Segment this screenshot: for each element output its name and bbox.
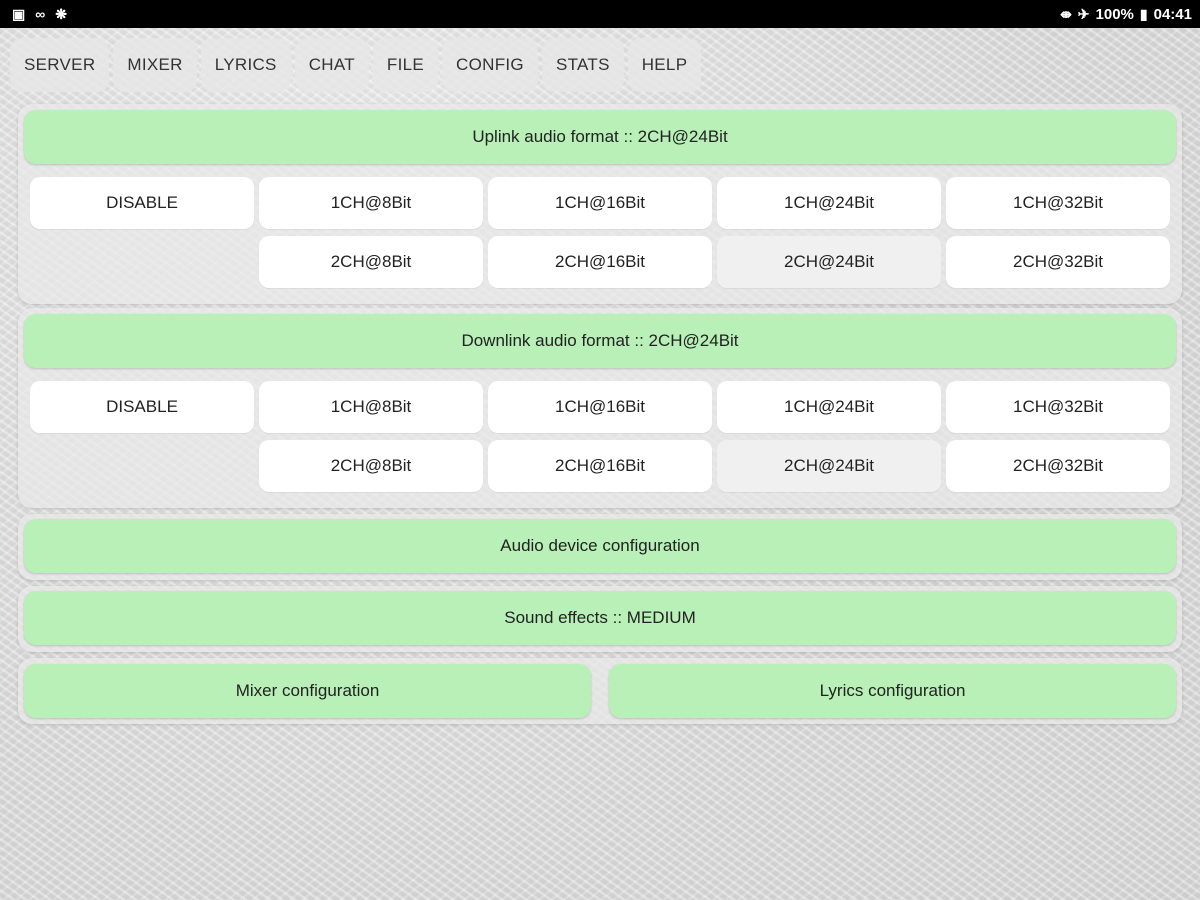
uplink-1ch-16bit-button[interactable]: 1CH@16Bit [488, 177, 712, 229]
uplink-1ch-24bit-button[interactable]: 1CH@24Bit [717, 177, 941, 229]
tab-chat[interactable]: CHAT [294, 38, 369, 92]
tab-label: FILE [386, 55, 425, 74]
downlink-2ch-8bit-button[interactable]: 2CH@8Bit [259, 440, 483, 492]
uplink-format-header[interactable]: Uplink audio format :: 2CH@24Bit [24, 110, 1176, 164]
option-label: DISABLE [106, 193, 178, 212]
tab-lyrics[interactable]: LYRICS [200, 38, 291, 92]
downlink-format-title: Downlink audio format :: 2CH@24Bit [461, 331, 739, 350]
uplink-1ch-32bit-button[interactable]: 1CH@32Bit [946, 177, 1170, 229]
lyrics-config-label: Lyrics configuration [819, 681, 966, 700]
lyrics-config-button[interactable]: Lyrics configuration [609, 664, 1176, 718]
config-buttons-panel: Mixer configuration Lyrics configuration [18, 658, 1182, 724]
option-label: 1CH@32Bit [1012, 397, 1103, 416]
image-icon: ▣ [12, 6, 26, 22]
tab-label: CONFIG [456, 55, 524, 74]
status-bar: ▣ ∞ ❋ ⇼ ✈ 100% ▮ 04:41 [0, 0, 1200, 28]
option-label: 1CH@24Bit [783, 193, 874, 212]
tab-label: STATS [555, 55, 610, 74]
tab-label: CHAT [308, 55, 355, 74]
option-label: 2CH@24Bit [783, 456, 874, 475]
status-left-icons: ▣ ∞ ❋ [12, 7, 67, 21]
tab-bar: SERVER MIXER LYRICS CHAT FILE CONFIG STA… [10, 38, 702, 92]
option-label: 2CH@16Bit [554, 252, 645, 271]
downlink-format-header[interactable]: Downlink audio format :: 2CH@24Bit [24, 314, 1176, 368]
downlink-2ch-24bit-button[interactable]: 2CH@24Bit [717, 440, 941, 492]
battery-icon: ▮ [1139, 6, 1148, 22]
tab-help[interactable]: HELP [627, 38, 702, 92]
option-label: DISABLE [106, 397, 178, 416]
option-label: 2CH@24Bit [783, 252, 874, 271]
uplink-disable-button[interactable]: DISABLE [30, 177, 254, 229]
sound-effects-label: Sound effects :: MEDIUM [504, 608, 696, 627]
option-label: 2CH@32Bit [1012, 456, 1103, 475]
status-right: ⇼ ✈ 100% ▮ 04:41 [1060, 6, 1192, 23]
downlink-1ch-24bit-button[interactable]: 1CH@24Bit [717, 381, 941, 433]
downlink-1ch-8bit-button[interactable]: 1CH@8Bit [259, 381, 483, 433]
option-label: 2CH@8Bit [330, 252, 412, 271]
link-icon: ∞ [35, 6, 46, 22]
uplink-2ch-24bit-button[interactable]: 2CH@24Bit [717, 236, 941, 288]
mixer-config-button[interactable]: Mixer configuration [24, 664, 591, 718]
tab-label: HELP [641, 55, 688, 74]
tab-label: SERVER [24, 55, 96, 74]
tab-server[interactable]: SERVER [10, 38, 110, 92]
audio-device-config-button[interactable]: Audio device configuration [24, 519, 1176, 573]
signal-icon: ⇼ [1060, 6, 1072, 22]
downlink-2ch-16bit-button[interactable]: 2CH@16Bit [488, 440, 712, 492]
uplink-1ch-8bit-button[interactable]: 1CH@8Bit [259, 177, 483, 229]
option-label: 1CH@8Bit [330, 397, 412, 416]
option-label: 2CH@8Bit [330, 456, 412, 475]
clock: 04:41 [1153, 5, 1192, 23]
uplink-2ch-32bit-button[interactable]: 2CH@32Bit [946, 236, 1170, 288]
option-label: 1CH@8Bit [330, 193, 412, 212]
settings-icon: ❋ [55, 6, 67, 22]
option-label: 2CH@32Bit [1012, 252, 1103, 271]
uplink-2ch-16bit-button[interactable]: 2CH@16Bit [488, 236, 712, 288]
option-label: 1CH@24Bit [783, 397, 874, 416]
downlink-1ch-32bit-button[interactable]: 1CH@32Bit [946, 381, 1170, 433]
tab-mixer[interactable]: MIXER [113, 38, 197, 92]
downlink-disable-button[interactable]: DISABLE [30, 381, 254, 433]
airplane-icon: ✈ [1077, 6, 1090, 22]
downlink-2ch-32bit-button[interactable]: 2CH@32Bit [946, 440, 1170, 492]
option-label: 1CH@16Bit [554, 397, 645, 416]
tab-config[interactable]: CONFIG [442, 38, 538, 92]
tab-file[interactable]: FILE [372, 38, 439, 92]
battery-percent: 100% [1095, 5, 1134, 23]
downlink-panel: Downlink audio format :: 2CH@24Bit DISAB… [18, 308, 1182, 508]
option-label: 1CH@16Bit [554, 193, 645, 212]
uplink-panel: Uplink audio format :: 2CH@24Bit DISABLE… [18, 104, 1182, 304]
option-label: 1CH@32Bit [1012, 193, 1103, 212]
tab-label: MIXER [127, 55, 183, 74]
tab-stats[interactable]: STATS [541, 38, 624, 92]
option-label: 2CH@16Bit [554, 456, 645, 475]
uplink-format-title: Uplink audio format :: 2CH@24Bit [472, 127, 728, 146]
sound-effects-button[interactable]: Sound effects :: MEDIUM [24, 591, 1176, 645]
uplink-2ch-8bit-button[interactable]: 2CH@8Bit [259, 236, 483, 288]
sound-effects-panel: Sound effects :: MEDIUM [18, 586, 1182, 652]
audio-device-config-label: Audio device configuration [500, 536, 700, 555]
tab-label: LYRICS [214, 55, 277, 74]
audio-device-panel: Audio device configuration [18, 514, 1182, 580]
downlink-1ch-16bit-button[interactable]: 1CH@16Bit [488, 381, 712, 433]
mixer-config-label: Mixer configuration [235, 681, 380, 700]
